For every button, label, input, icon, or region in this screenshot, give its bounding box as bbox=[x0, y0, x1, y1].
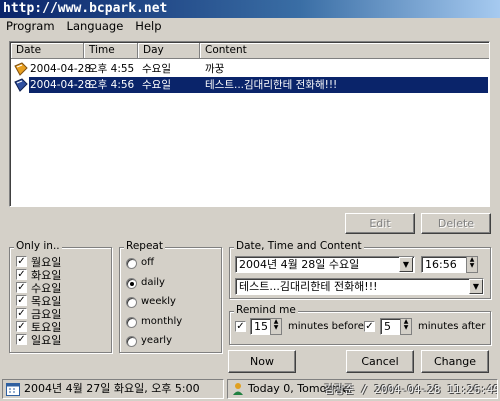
before-minutes-value: 15 bbox=[254, 320, 268, 333]
radio-label: off bbox=[141, 257, 155, 268]
radio-weekly[interactable] bbox=[126, 297, 137, 308]
radio-daily[interactable] bbox=[126, 278, 137, 289]
radio-label: yearly bbox=[141, 335, 173, 346]
status-panel-date: 2004년 4월 27일 화요일, 오후 5:00 bbox=[2, 379, 224, 399]
checkbox-thursday[interactable]: ✓ bbox=[16, 295, 27, 306]
schedule-list[interactable]: Date Time Day Content 2004-04-28 오후 4:55… bbox=[9, 41, 490, 207]
column-content[interactable]: Content bbox=[200, 43, 489, 59]
menu-bar: Program Language Help bbox=[0, 18, 500, 36]
radio-label: weekly bbox=[141, 296, 176, 307]
window-title: http://www.bcpark.net bbox=[0, 0, 500, 18]
delete-button[interactable]: Delete bbox=[421, 213, 491, 234]
radio-label: monthly bbox=[141, 316, 183, 327]
menu-program[interactable]: Program bbox=[0, 18, 61, 34]
remind-after-checkbox[interactable]: ✓ bbox=[364, 321, 375, 332]
person-icon bbox=[231, 382, 245, 398]
calendar-icon bbox=[6, 382, 20, 398]
menu-help[interactable]: Help bbox=[129, 18, 167, 34]
after-minutes-input[interactable]: 5 bbox=[380, 318, 402, 335]
column-date[interactable]: Date bbox=[11, 43, 84, 59]
repeat-legend: Repeat bbox=[124, 240, 165, 252]
date-value: 2004년 4월 28일 수요일 bbox=[239, 258, 360, 271]
radio-monthly[interactable] bbox=[126, 317, 137, 328]
menu-language[interactable]: Language bbox=[61, 18, 130, 34]
checkbox-monday[interactable]: ✓ bbox=[16, 256, 27, 267]
checkbox-tuesday[interactable]: ✓ bbox=[16, 269, 27, 280]
change-button[interactable]: Change bbox=[421, 350, 489, 373]
time-spinner[interactable]: ▲ ▼ bbox=[466, 256, 478, 273]
row-date: 2004-04-28 bbox=[30, 79, 92, 91]
remind-legend: Remind me bbox=[234, 304, 298, 316]
note-icon bbox=[14, 78, 28, 97]
row-time: 오후 4:56 bbox=[88, 79, 135, 91]
status-bar: 2004년 4월 27일 화요일, 오후 5:00 Today 0, Tomor… bbox=[0, 377, 500, 401]
date-picker[interactable]: 2004년 4월 28일 수요일 bbox=[235, 256, 415, 273]
before-minutes-input[interactable]: 15 bbox=[250, 318, 272, 335]
watermark-text: 김광준 / 2004-04-28 11:26:49 bbox=[324, 383, 498, 396]
checkbox-friday[interactable]: ✓ bbox=[16, 308, 27, 319]
day-label: 일요일 bbox=[31, 334, 62, 347]
column-day[interactable]: Day bbox=[138, 43, 200, 59]
checkbox-saturday[interactable]: ✓ bbox=[16, 321, 27, 332]
after-label: minutes after bbox=[418, 321, 486, 332]
radio-yearly[interactable] bbox=[126, 336, 137, 347]
remind-before-checkbox[interactable]: ✓ bbox=[235, 321, 246, 332]
row-time: 오후 4:55 bbox=[88, 63, 135, 75]
list-item[interactable]: 2004-04-28 오후 4:56 수요일 테스트...김대리한테 전화해!!… bbox=[12, 77, 488, 93]
after-spinner[interactable]: ▲ ▼ bbox=[400, 318, 412, 335]
column-time[interactable]: Time bbox=[84, 43, 138, 59]
row-day: 수요일 bbox=[142, 63, 171, 75]
row-content: 테스트...김대리한테 전화해!!! bbox=[205, 79, 338, 91]
after-minutes-value: 5 bbox=[384, 320, 391, 333]
radio-label: daily bbox=[141, 277, 165, 288]
only-in-legend: Only in.. bbox=[14, 240, 62, 252]
datetime-legend: Date, Time and Content bbox=[234, 240, 364, 252]
date-dropdown-button[interactable]: ▼ bbox=[399, 257, 413, 272]
checkbox-sunday[interactable]: ✓ bbox=[16, 334, 27, 345]
before-label: minutes before bbox=[288, 321, 364, 332]
content-combo[interactable]: 테스트...김대리한테 전화해!!! bbox=[235, 278, 484, 295]
status-date-text: 2004년 4월 27일 화요일, 오후 5:00 bbox=[24, 382, 200, 395]
row-date: 2004-04-28 bbox=[30, 63, 92, 75]
content-value: 테스트...김대리한테 전화해!!! bbox=[239, 280, 378, 293]
radio-off[interactable] bbox=[126, 258, 137, 269]
before-spinner[interactable]: ▲ ▼ bbox=[270, 318, 282, 335]
cancel-button[interactable]: Cancel bbox=[346, 350, 414, 373]
edit-button[interactable]: Edit bbox=[345, 213, 415, 234]
checkbox-wednesday[interactable]: ✓ bbox=[16, 282, 27, 293]
content-dropdown-button[interactable]: ▼ bbox=[469, 279, 483, 294]
list-item[interactable]: 2004-04-28 오후 4:55 수요일 까꿍 bbox=[12, 61, 488, 77]
status-panel-today: Today 0, Tomorrow 김광준 / 2004-04-28 11:26… bbox=[227, 379, 498, 399]
row-day: 수요일 bbox=[142, 79, 171, 91]
now-button[interactable]: Now bbox=[228, 350, 296, 373]
time-field[interactable]: 16:56 bbox=[421, 256, 468, 273]
row-content: 까꿍 bbox=[205, 63, 225, 75]
list-header: Date Time Day Content bbox=[11, 43, 489, 59]
time-value: 16:56 bbox=[425, 258, 457, 271]
